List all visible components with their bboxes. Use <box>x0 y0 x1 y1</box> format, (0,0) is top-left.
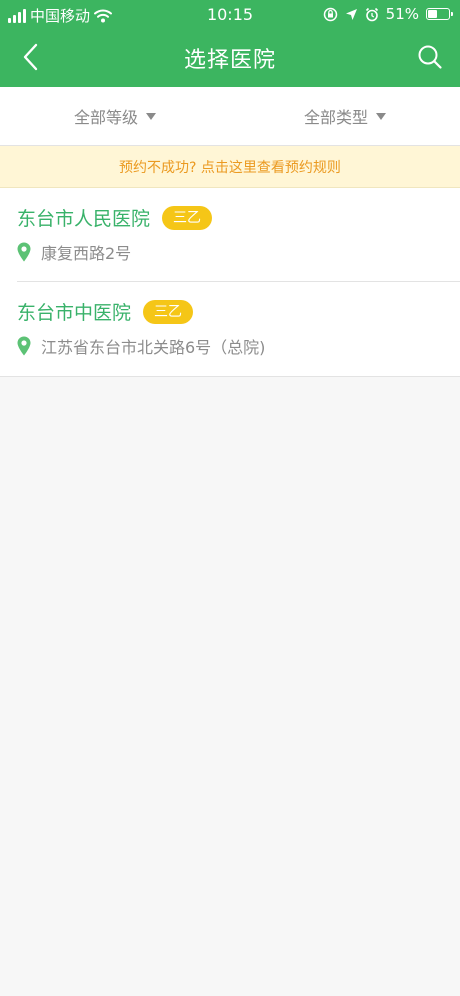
level-filter-label: 全部等级 <box>73 108 138 127</box>
location-pin-icon <box>17 242 31 262</box>
search-icon <box>418 45 442 69</box>
alarm-icon <box>365 7 378 21</box>
hospital-name: 东台市人民医院 <box>17 208 151 230</box>
caret-down-icon <box>376 112 386 120</box>
hospital-list-item[interactable]: 东台市中医院 三乙 江苏省东台市北关路6号（总院) <box>0 282 460 376</box>
type-filter-dropdown[interactable]: 全部类型 <box>230 87 460 145</box>
location-arrow-icon <box>345 8 357 20</box>
hospital-address: 康复西路2号 <box>41 244 132 263</box>
battery-percent: 51% <box>385 5 419 23</box>
lock-rotation-icon <box>323 7 337 21</box>
level-filter-dropdown[interactable]: 全部等级 <box>0 87 230 145</box>
caret-down-icon <box>146 112 156 120</box>
notice-text: 预约不成功? 点击这里查看预约规则 <box>119 159 341 176</box>
battery-level-fill <box>428 10 438 18</box>
status-bar: 中国移动 10:15 51% <box>0 0 460 30</box>
hospital-name: 东台市中医院 <box>17 302 132 324</box>
type-filter-label: 全部类型 <box>303 108 368 127</box>
hospital-address: 江苏省东台市北关路6号（总院) <box>41 338 266 357</box>
hospital-list: 东台市人民医院 三乙 康复西路2号 东台市中医院 三乙 江苏省东台市北关路6号（… <box>0 188 460 377</box>
search-button[interactable] <box>416 43 444 71</box>
battery-icon <box>426 8 453 20</box>
location-pin-icon <box>17 336 31 356</box>
status-right: 51% <box>323 5 453 23</box>
booking-rules-notice[interactable]: 预约不成功? 点击这里查看预约规则 <box>0 146 460 188</box>
header: 中国移动 10:15 51% 选择医院 <box>0 0 460 87</box>
hospital-level-badge: 三乙 <box>143 299 194 324</box>
page-title: 选择医院 <box>183 48 276 73</box>
filter-bar: 全部等级 全部类型 <box>0 87 460 146</box>
nav-bar: 选择医院 <box>0 30 460 87</box>
hospital-level-badge: 三乙 <box>162 205 213 230</box>
hospital-list-item[interactable]: 东台市人民医院 三乙 康复西路2号 <box>0 188 460 282</box>
